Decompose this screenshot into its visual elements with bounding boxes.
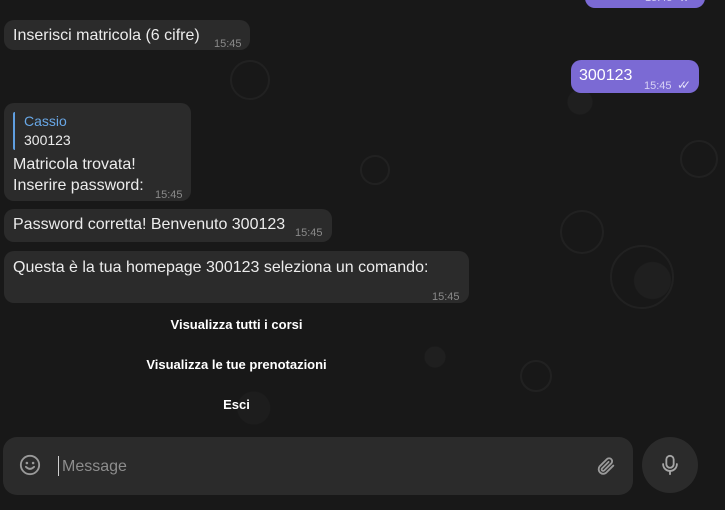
message-time: 15:45 [214,38,242,50]
message-text: 300123 [579,67,633,84]
message-time: 15:45 [645,0,673,8]
message-bubble-incoming[interactable]: Cassio 300123 Matricola trovata! Inserir… [4,103,191,201]
message-bubble-incoming[interactable]: Inserisci matricola (6 cifre) 15:45 [4,20,250,50]
reply-quoted-text: 300123 [24,132,71,148]
message-time: 15:45 [155,189,183,201]
message-text-line: Matricola trovata! [13,156,136,173]
double-check-icon: ✓✓ [677,78,691,92]
message-bubble-incoming[interactable]: Password corretta! Benvenuto 300123 15:4… [4,209,332,242]
double-check-icon: ✓✓ [679,0,693,8]
message-time: 15:45 [644,80,672,92]
keyboard-button-esci[interactable]: Esci [4,388,469,422]
message-input[interactable] [60,452,574,482]
background-doodle [560,210,604,254]
keyboard-button-visualizza-prenotazioni[interactable]: Visualizza le tue prenotazioni [4,348,469,382]
background-doodle [520,360,552,392]
message-bubble-outgoing-partial[interactable]: 15:45 ✓✓ [585,0,705,8]
message-bubble-outgoing[interactable]: 300123 15:45 ✓✓ [571,60,699,93]
message-time: 15:45 [432,291,460,303]
microphone-icon [662,454,678,476]
keyboard-button-visualizza-corsi[interactable]: Visualizza tutti i corsi [4,308,469,342]
message-text: Questa è la tua homepage 300123 selezion… [13,259,429,276]
message-bubble-incoming[interactable]: Questa è la tua homepage 300123 selezion… [4,251,469,303]
background-doodle [360,155,390,185]
message-text-line: Inserire password: [13,177,144,194]
background-doodle [680,140,718,178]
emoji-icon[interactable] [19,454,41,476]
reply-preview[interactable]: Cassio 300123 [13,112,71,150]
background-doodle [610,245,674,309]
message-time: 15:45 [295,227,323,239]
reply-sender-name: Cassio [24,113,67,129]
message-composer [3,437,633,495]
message-text: Password corretta! Benvenuto 300123 [13,216,286,233]
background-doodle [230,60,270,100]
voice-record-button[interactable] [642,437,698,493]
message-text: Inserisci matricola (6 cifre) [13,27,200,44]
text-cursor [58,456,59,476]
paperclip-icon[interactable] [595,454,617,478]
